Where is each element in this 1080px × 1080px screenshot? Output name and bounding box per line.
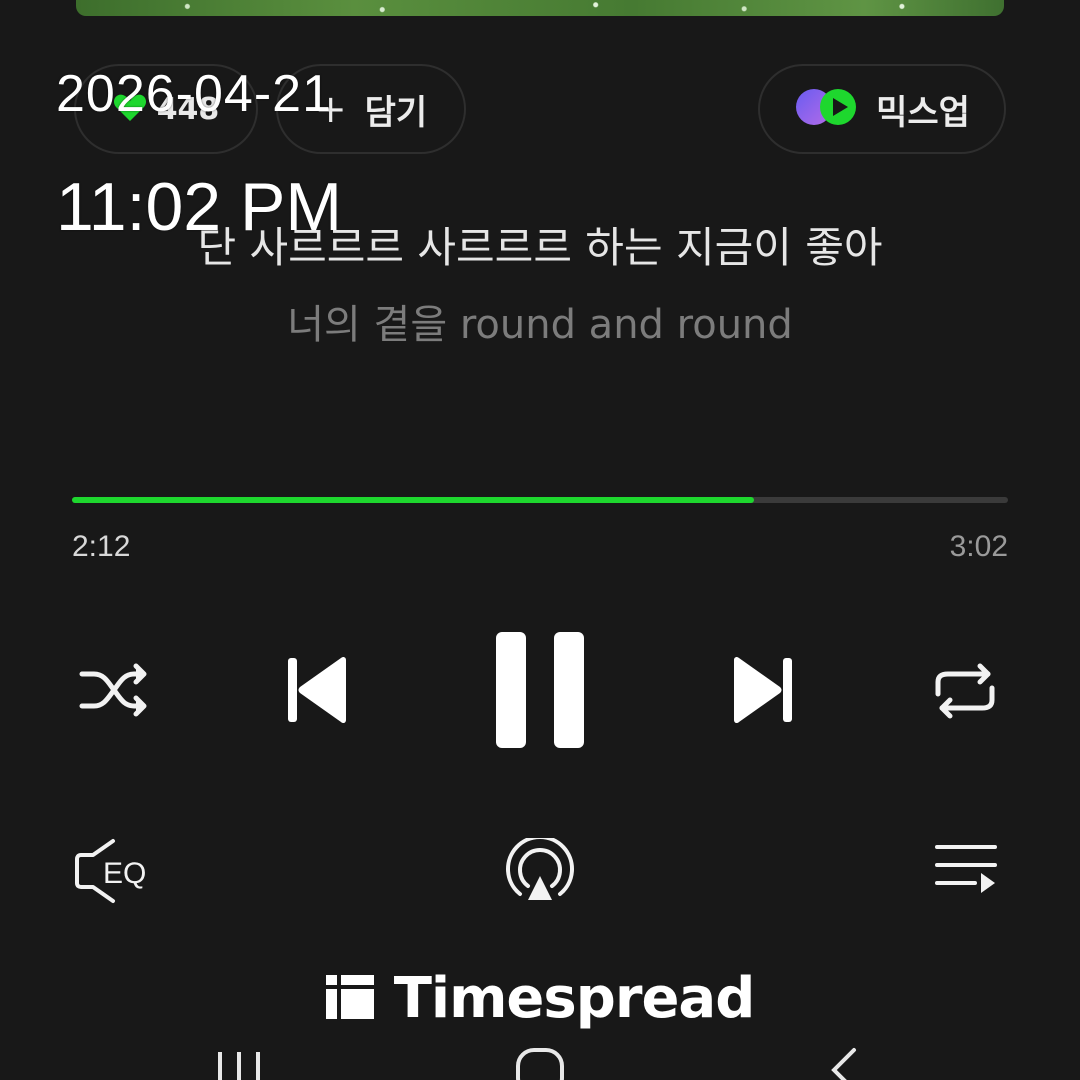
eq-label: EQ <box>103 857 146 890</box>
previous-button[interactable] <box>282 654 352 730</box>
timespread-logo-icon <box>325 973 374 1025</box>
elapsed-time: 2:12 <box>72 530 131 563</box>
pause-icon <box>492 628 588 756</box>
shuffle-button[interactable] <box>76 660 152 724</box>
album-art <box>76 0 1004 16</box>
back-button[interactable] <box>826 1046 862 1080</box>
cast-button[interactable] <box>502 835 578 910</box>
home-button[interactable] <box>514 1046 566 1080</box>
recents-button[interactable] <box>214 1050 264 1080</box>
playlist-button[interactable] <box>932 842 1000 904</box>
mixup-label: 믹스업 <box>876 92 970 133</box>
repeat-icon <box>930 660 1000 726</box>
system-navigation-bar <box>0 1044 1080 1080</box>
home-icon <box>516 1048 564 1080</box>
seek-bar[interactable] <box>72 497 1008 503</box>
mixup-icon <box>794 87 860 131</box>
watermark-text: Timespread <box>393 966 756 1031</box>
add-label: 담기 <box>364 92 428 133</box>
mixup-button[interactable]: 믹스업 <box>758 64 1006 154</box>
overlay-date: 2026-04-21 <box>56 65 332 123</box>
seek-bar-fill <box>72 497 755 503</box>
repeat-button[interactable] <box>928 660 1002 726</box>
watermark: Timespread <box>0 966 1080 1031</box>
playlist-icon <box>933 841 999 905</box>
skip-previous-icon <box>284 654 350 730</box>
next-button[interactable] <box>728 654 798 730</box>
skip-next-icon <box>730 654 796 730</box>
equalizer-button[interactable]: EQ <box>72 838 162 908</box>
recents-icon <box>218 1052 260 1080</box>
cast-icon <box>504 835 576 910</box>
back-icon <box>831 1048 856 1080</box>
equalizer-icon: EQ <box>73 837 161 909</box>
pause-button[interactable] <box>490 628 590 756</box>
lyric-current-line[interactable]: 단 사르르르 사르르르 하는 지금이 좋아 <box>0 214 1080 275</box>
lyric-next-line[interactable]: 너의 곁을 round and round <box>0 292 1080 350</box>
total-time: 3:02 <box>949 530 1008 563</box>
shuffle-icon <box>78 660 150 724</box>
